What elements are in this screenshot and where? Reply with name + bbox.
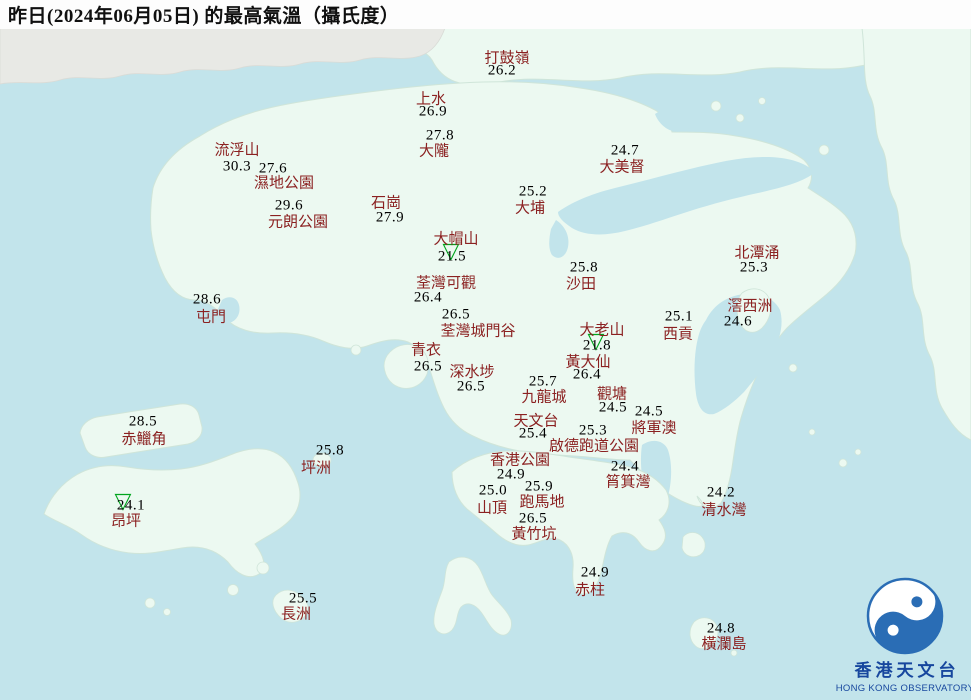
island-bluff <box>809 429 815 435</box>
island-kat-o-1 <box>711 101 721 111</box>
title-bar: 昨日(2024年06月05日) 的最高氣溫（攝氏度） <box>0 0 971 29</box>
island-soko-2 <box>164 609 171 616</box>
logo-name-zh: 香港天文台 <box>855 660 960 680</box>
island-shelter <box>789 364 797 372</box>
map-container: 香港天文台 HONG KONG OBSERVATORY 打鼓嶺26.2上水26.… <box>0 0 971 700</box>
hong-kong-map: 香港天文台 HONG KONG OBSERVATORY <box>0 0 971 700</box>
island-tap-mun <box>819 145 829 155</box>
island-kat-o-3 <box>759 98 766 105</box>
island-tsing-yi <box>384 345 428 389</box>
island-ninepin-2 <box>855 449 861 455</box>
island-ma-wan <box>351 345 361 355</box>
island-peng-chau <box>313 453 331 467</box>
island-waglan <box>731 650 737 656</box>
island-soko-1 <box>145 598 155 608</box>
island-shek-kwu-chau <box>228 585 239 596</box>
island-ninepin-1 <box>839 459 847 467</box>
island-tung-lung <box>682 533 705 557</box>
logo-name-en: HONG KONG OBSERVATORY <box>836 683 971 694</box>
page-title: 昨日(2024年06月05日) 的最高氣溫（攝氏度） <box>8 1 399 28</box>
island-kat-o-2 <box>736 114 744 122</box>
island-hei-ling-chau <box>257 562 269 574</box>
